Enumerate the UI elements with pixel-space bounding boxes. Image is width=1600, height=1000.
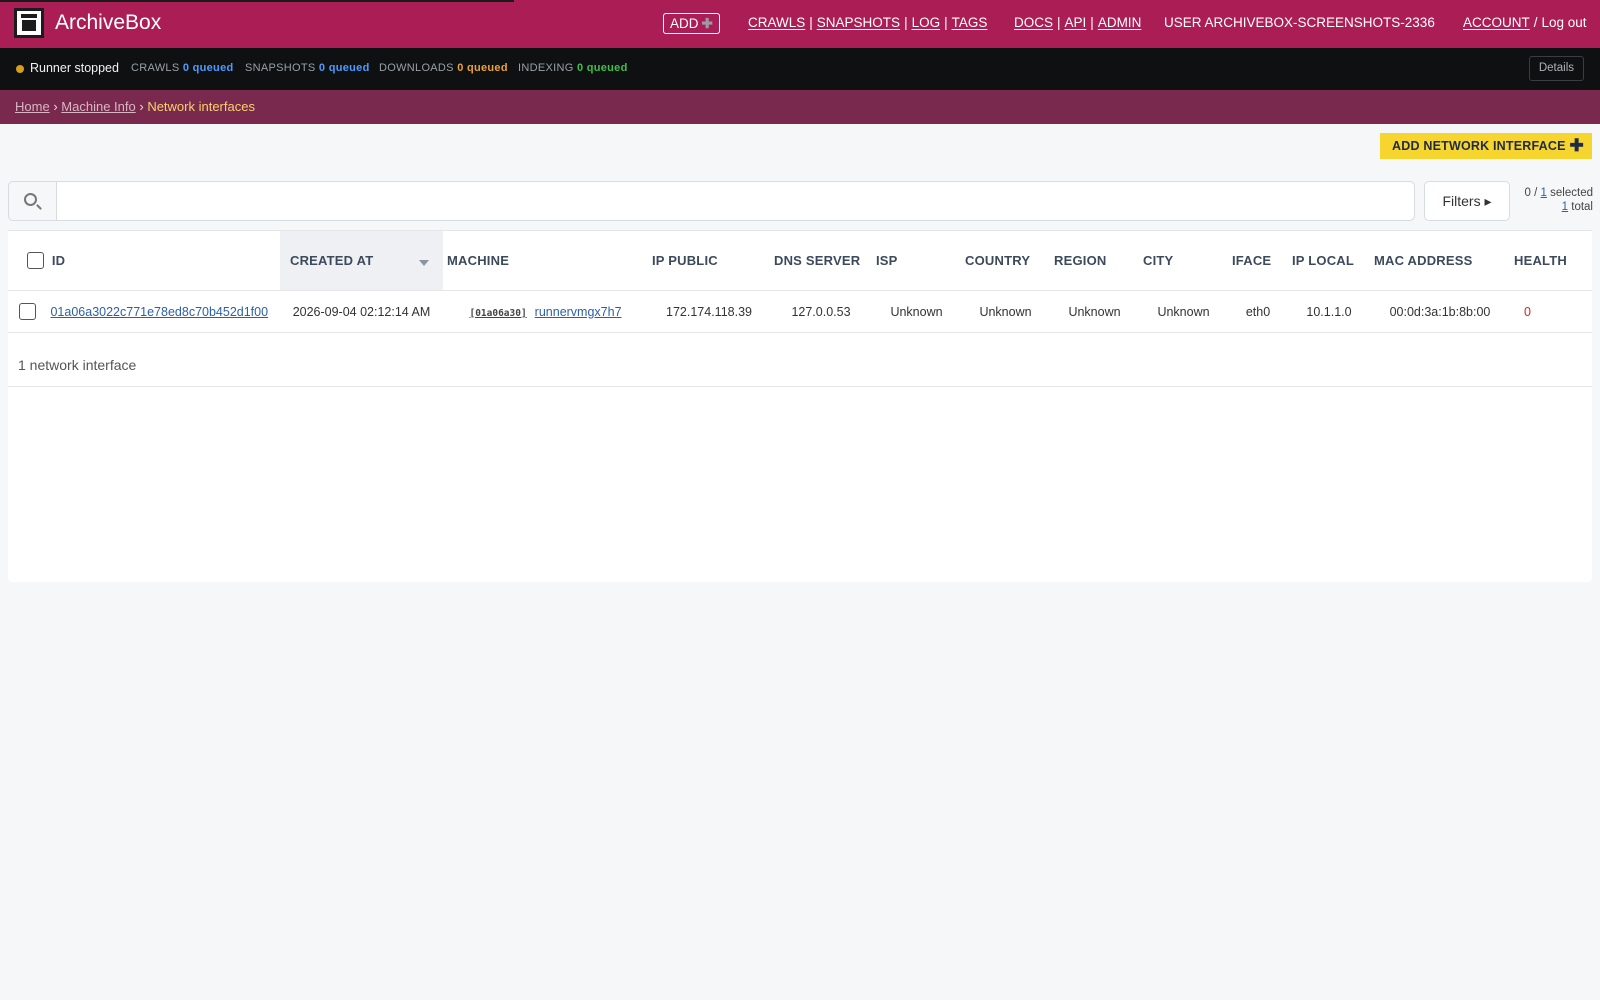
details-button[interactable]: Details	[1528, 56, 1584, 81]
cell-created-at: 2026-09-04 02:12:14 AM	[280, 290, 443, 333]
column-ip-local[interactable]: IP LOCAL	[1288, 230, 1370, 291]
result-count: 1 network interface	[8, 344, 1592, 387]
select-all-checkbox[interactable]	[27, 252, 44, 270]
cell-region: Unknown	[1050, 290, 1139, 333]
indexing-queue: INDEXING 0 queued	[518, 62, 628, 74]
plus-icon: ✚	[701, 16, 713, 31]
nav-docs[interactable]: DOCS	[1014, 15, 1053, 30]
breadcrumb-machine-info[interactable]: Machine Info	[61, 99, 135, 114]
add-button[interactable]: ADD ✚	[663, 13, 720, 34]
column-created-at[interactable]: CREATED AT	[280, 230, 443, 291]
snapshots-queue: SNAPSHOTS 0 queued	[245, 62, 370, 74]
cell-machine: [01a06a30] runnervmgx7h7	[443, 290, 648, 333]
breadcrumb: Home › Machine Info › Network interfaces	[0, 90, 1600, 124]
add-network-interface-button[interactable]: ADD NETWORK INTERFACE ✚	[1380, 133, 1592, 159]
cell-ip-local: 10.1.1.0	[1288, 290, 1370, 333]
crawls-queue: CRAWLS 0 queued	[131, 62, 234, 74]
account-nav: ACCOUNT / Log out	[1463, 15, 1587, 30]
cell-id: 01a06a3022c771e78ed8c70b452d1f00	[8, 290, 280, 333]
breadcrumb-current: Network interfaces	[147, 99, 255, 114]
search-icon	[24, 193, 37, 206]
plus-icon: ✚	[1569, 136, 1584, 155]
orchestrator-status-bar: Runner stopped CRAWLS 0 queued SNAPSHOTS…	[0, 48, 1600, 90]
nav-admin[interactable]: ADMIN	[1098, 15, 1142, 30]
column-city[interactable]: CITY	[1139, 230, 1228, 291]
archivebox-logo-icon[interactable]	[14, 8, 44, 38]
column-ip-public[interactable]: IP PUBLIC	[648, 230, 770, 291]
search-button[interactable]	[9, 182, 56, 220]
main-nav: CRAWLS | SNAPSHOTS | LOG | TAGS	[748, 15, 988, 30]
table-header-row: ID CREATED AT MACHINE IP PUBLIC DNS SERV…	[8, 230, 1592, 291]
docs-nav: DOCS | API | ADMIN	[1014, 15, 1142, 30]
nav-snapshots[interactable]: SNAPSHOTS	[817, 15, 900, 30]
column-region[interactable]: REGION	[1050, 230, 1139, 291]
add-button-label: ADD	[670, 16, 699, 31]
selection-counter: 0 / 1 selected 1 total	[1524, 187, 1593, 213]
downloads-queue: DOWNLOADS 0 queued	[379, 62, 508, 74]
column-id[interactable]: ID	[8, 230, 280, 291]
runner-status-dot	[16, 65, 24, 73]
nav-logout[interactable]: Log out	[1542, 15, 1587, 30]
cell-mac-address: 00:0d:3a:1b:8b:00	[1370, 290, 1510, 333]
nav-account[interactable]: ACCOUNT	[1463, 15, 1530, 30]
row-id-link[interactable]: 01a06a3022c771e78ed8c70b452d1f00	[50, 305, 268, 319]
column-mac-address[interactable]: MAC ADDRESS	[1370, 230, 1510, 291]
cell-ip-public: 172.174.118.39	[648, 290, 770, 333]
cell-dns-server: 127.0.0.53	[770, 290, 872, 333]
table-row: 01a06a3022c771e78ed8c70b452d1f00 2026-09…	[8, 290, 1592, 333]
column-isp[interactable]: ISP	[872, 230, 961, 291]
sort-desc-icon[interactable]	[419, 260, 429, 266]
nav-tags[interactable]: TAGS	[952, 15, 988, 30]
progress-line	[0, 0, 514, 2]
cell-health: 0	[1510, 290, 1592, 333]
machine-abid[interactable]: [01a06a30]	[469, 308, 526, 319]
cell-iface: eth0	[1228, 290, 1288, 333]
cell-isp: Unknown	[872, 290, 961, 333]
total-link[interactable]: 1	[1562, 201, 1568, 213]
nav-log[interactable]: LOG	[912, 15, 941, 30]
results-table: ID CREATED AT MACHINE IP PUBLIC DNS SERV…	[8, 230, 1592, 333]
row-checkbox[interactable]	[19, 303, 36, 320]
column-iface[interactable]: IFACE	[1228, 230, 1288, 291]
column-country[interactable]: COUNTRY	[961, 230, 1050, 291]
runner-status: Runner stopped	[30, 61, 119, 75]
cell-country: Unknown	[961, 290, 1050, 333]
search-bar	[8, 181, 1415, 221]
column-health[interactable]: HEALTH	[1510, 230, 1592, 291]
top-header: ArchiveBox ADD ✚ CRAWLS | SNAPSHOTS | LOG | TAG…	[0, 0, 1600, 48]
results-card: ID CREATED AT MACHINE IP PUBLIC DNS SERV…	[8, 230, 1592, 582]
machine-link[interactable]: runnervmgx7h7	[535, 305, 622, 319]
column-machine[interactable]: MACHINE	[443, 230, 648, 291]
brand-title[interactable]: ArchiveBox	[55, 11, 161, 35]
user-label: USER ARCHIVEBOX-SCREENSHOTS-2336	[1164, 15, 1435, 30]
cell-city: Unknown	[1139, 290, 1228, 333]
search-input[interactable]	[56, 182, 1414, 220]
filters-button[interactable]: Filters ▸	[1424, 181, 1510, 221]
nav-crawls[interactable]: CRAWLS	[748, 15, 805, 30]
select-all-link[interactable]: 1	[1541, 187, 1547, 199]
add-network-interface-label: ADD NETWORK INTERFACE	[1392, 139, 1566, 153]
nav-api[interactable]: API	[1065, 15, 1087, 30]
breadcrumb-home[interactable]: Home	[15, 99, 50, 114]
column-dns-server[interactable]: DNS SERVER	[770, 230, 872, 291]
